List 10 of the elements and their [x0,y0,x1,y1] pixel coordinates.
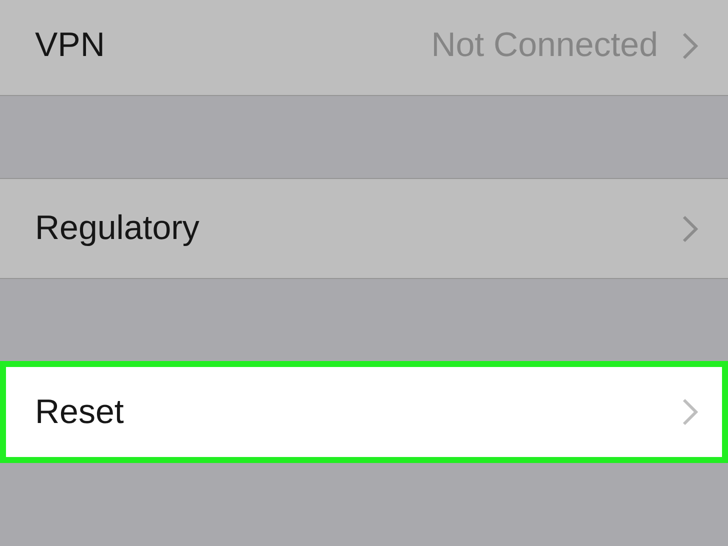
row-label: Regulatory [35,209,200,248]
row-value: Not Connected [431,26,658,65]
settings-row[interactable]: Reset [0,361,728,463]
chevron-icon [682,398,698,426]
settings-row[interactable]: VPN Not Connected [0,0,728,96]
chevron-icon [682,32,698,60]
chevron-icon [682,214,698,242]
row-label: VPN [35,26,106,65]
row-label: Reset [35,392,125,432]
settings-row[interactable]: Regulatory [0,178,728,279]
